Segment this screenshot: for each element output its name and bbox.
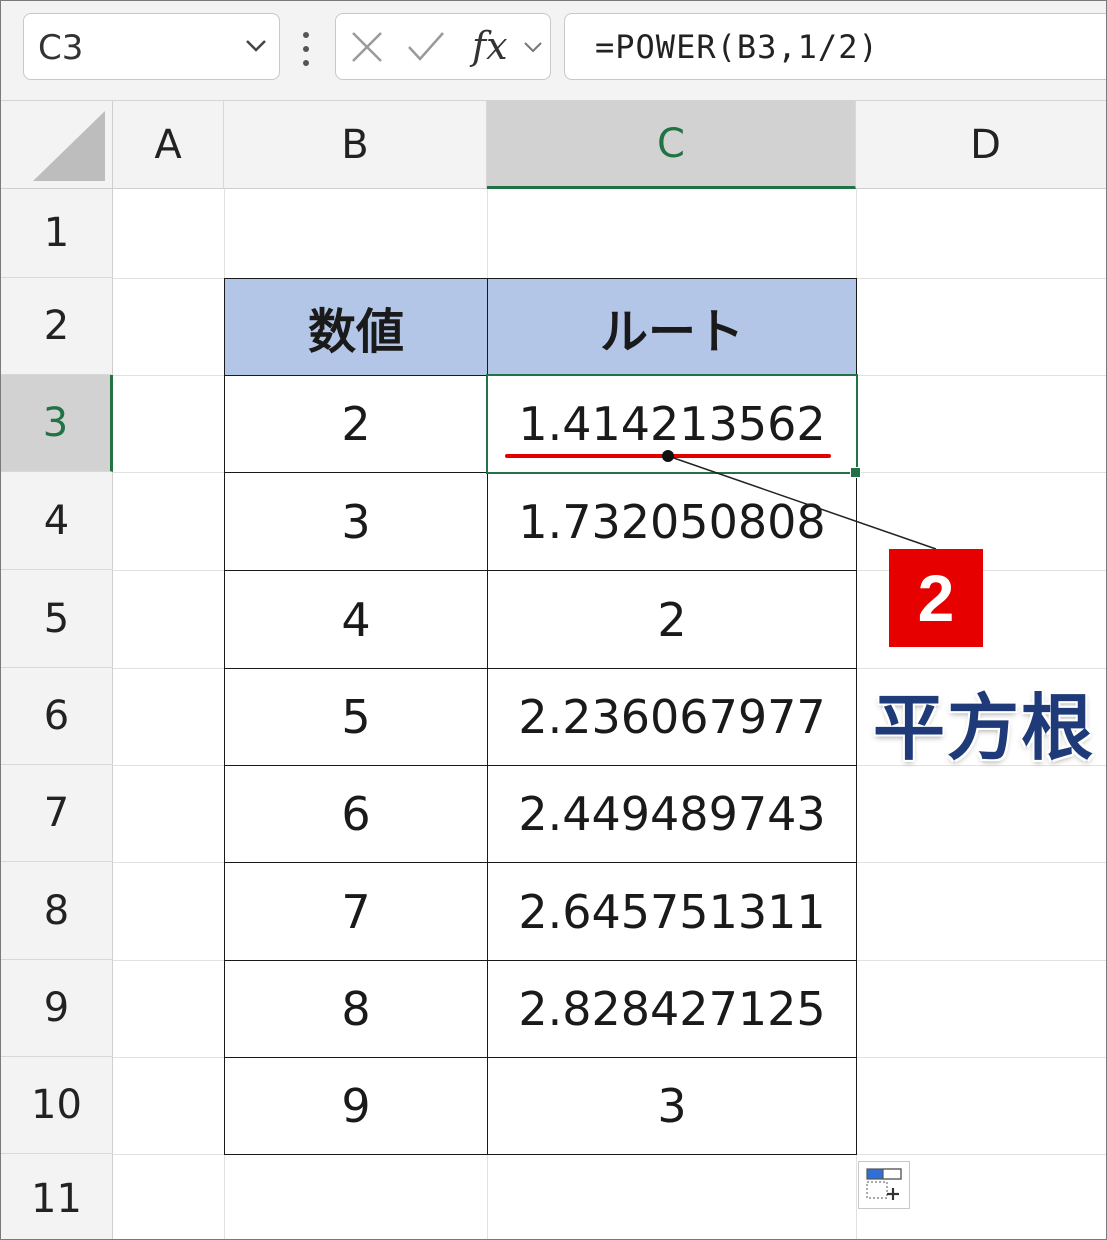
step-number-badge: 2 bbox=[889, 549, 983, 647]
annotation-label: 平方根 bbox=[873, 686, 1096, 770]
quick-analysis-icon bbox=[866, 1168, 902, 1200]
spreadsheet-window: C3 fx =POWER(B3,1/2) A B C D 1 2 3 4 5 6… bbox=[0, 0, 1107, 1240]
quick-analysis-button[interactable] bbox=[858, 1161, 910, 1209]
